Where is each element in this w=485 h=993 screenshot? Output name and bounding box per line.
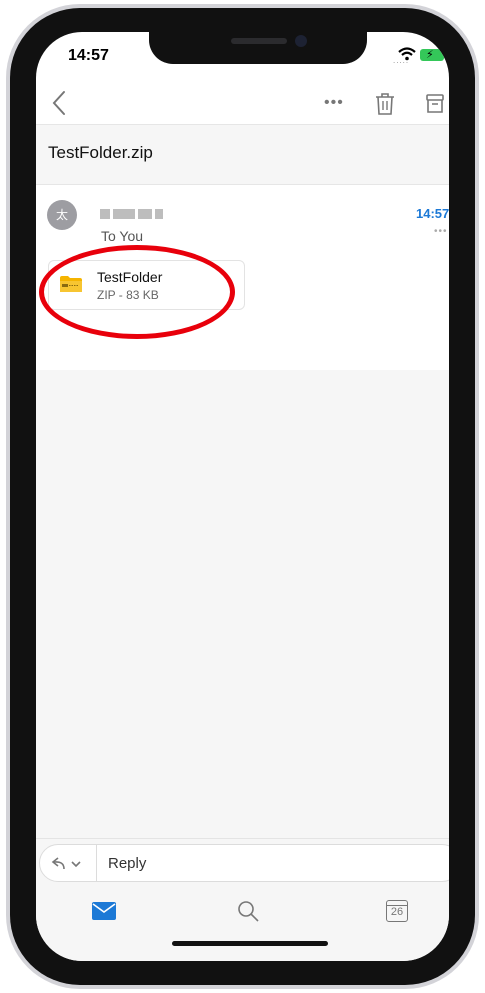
home-indicator[interactable] (172, 941, 328, 946)
more-options-icon[interactable]: ••• (324, 94, 344, 112)
front-camera (295, 35, 307, 47)
subject-bar: TestFolder.zip (36, 124, 449, 184)
reply-bar[interactable]: Reply (39, 844, 449, 882)
message-more-icon[interactable]: ••• (434, 226, 448, 237)
calendar-tab-icon[interactable]: 26 (386, 900, 408, 922)
battery-icon: ⚡ (420, 49, 447, 61)
trash-icon[interactable] (375, 92, 395, 116)
screen: 14:57 ..... ⚡ ••• TestFolder.zip 太 To Yo… (36, 32, 449, 961)
reply-separator (96, 845, 97, 881)
sender-avatar[interactable]: 太 (47, 200, 77, 230)
email-subject: TestFolder.zip (48, 143, 153, 162)
status-time: 14:57 (68, 47, 109, 64)
search-tab-icon[interactable] (236, 899, 260, 923)
recipient-label: To You (101, 228, 144, 244)
back-chevron-icon[interactable] (52, 90, 66, 116)
notch (149, 32, 367, 64)
email-time: 14:57 (416, 206, 449, 221)
archive-icon[interactable] (426, 92, 444, 114)
red-highlight-annotation (39, 245, 235, 339)
sender-name-blurred (100, 206, 170, 219)
mail-tab-icon[interactable] (92, 902, 116, 920)
divider (36, 124, 449, 125)
divider (36, 184, 449, 185)
reply-arrow-icon[interactable] (50, 855, 84, 873)
speaker (231, 38, 287, 44)
calendar-day-number: 26 (390, 906, 404, 918)
charging-bolt-icon: ⚡ (426, 49, 434, 61)
reply-label[interactable]: Reply (108, 855, 146, 872)
wifi-icon (398, 47, 416, 61)
message-body-area (36, 370, 449, 838)
